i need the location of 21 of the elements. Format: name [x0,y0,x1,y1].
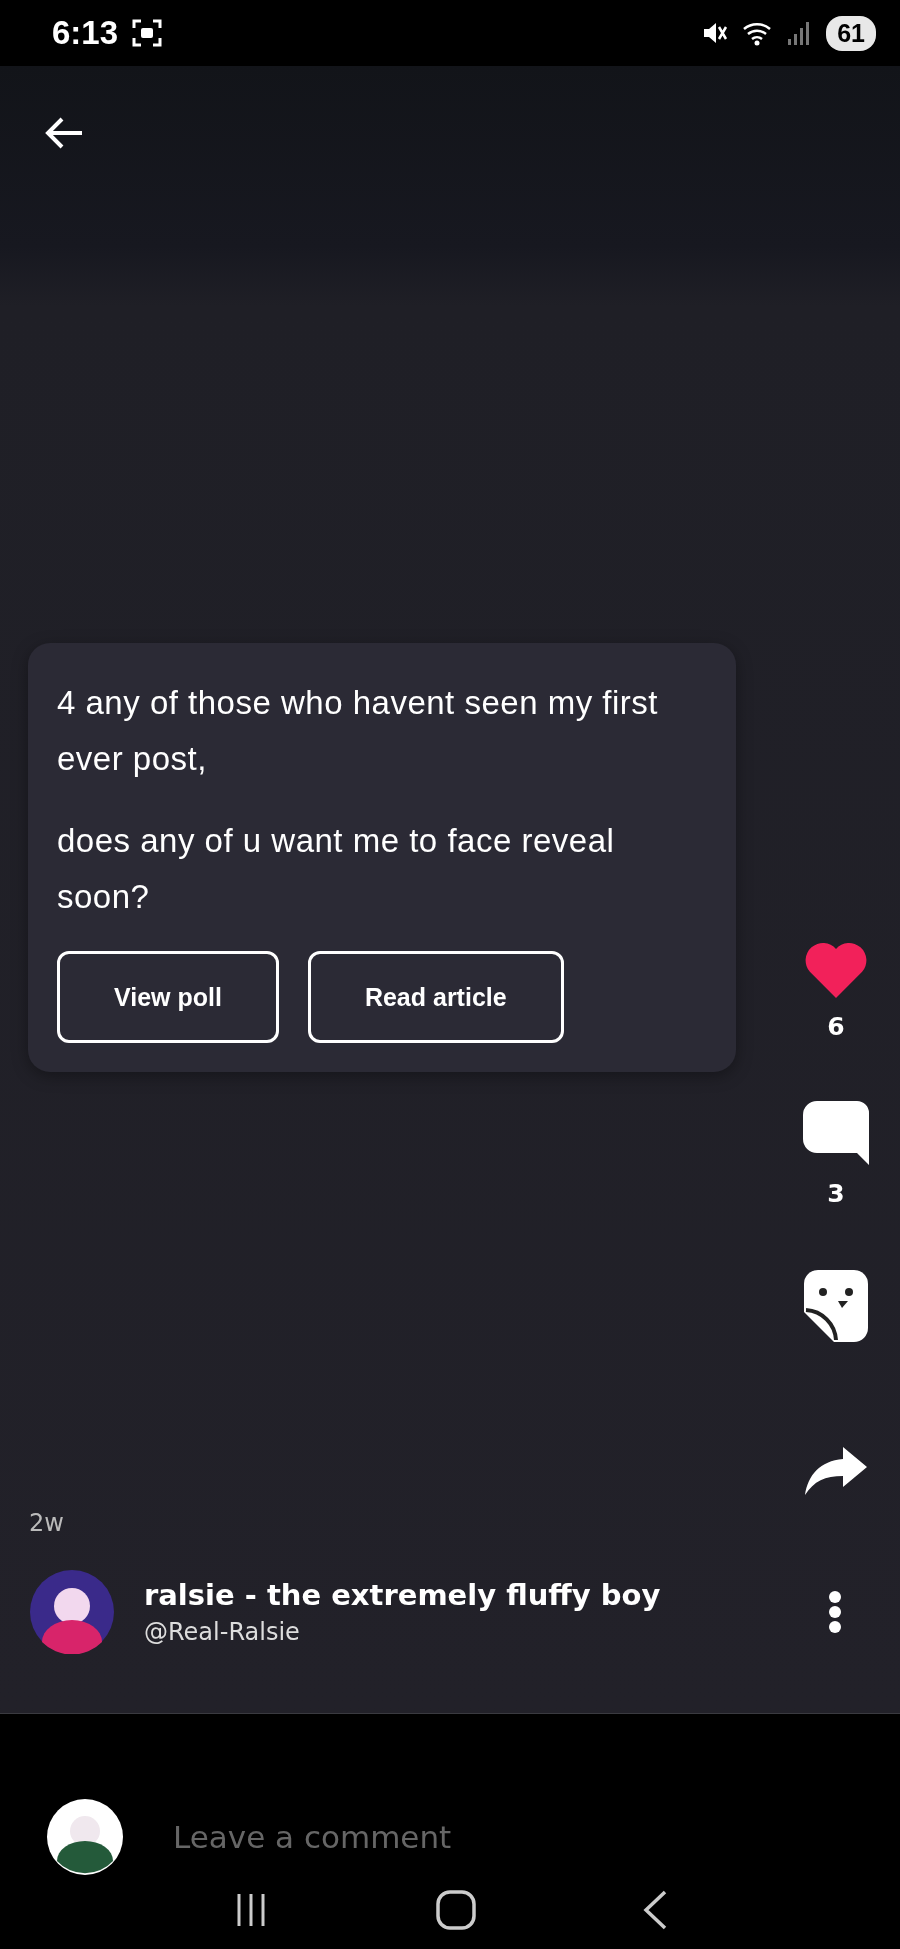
more-options-icon[interactable] [828,1590,842,1634]
status-time: 6:13 [52,14,119,52]
sticker-icon[interactable] [804,1270,868,1342]
share-arrow-icon[interactable] [805,1447,867,1495]
comment-field[interactable]: Leave a comment [171,1818,675,1856]
speech-bubble-icon[interactable] [803,1101,869,1165]
post-text: does any of u want me to face reveal soon? [57,821,616,917]
read-article-button[interactable]: Read article [307,951,564,1043]
mute-icon [702,20,729,46]
author-handle[interactable]: @Real-Ralsie [144,1618,661,1646]
back-arrow-icon[interactable] [44,116,84,150]
like-count: 6 [827,1012,845,1041]
author-avatar[interactable] [30,1570,114,1654]
comment-count: 3 [827,1179,845,1208]
post-text: 4 any of those who havent seen my first ever post, [57,683,659,779]
post-age: 2w [29,1509,65,1537]
battery-level: 61 [826,15,876,51]
heart-icon[interactable] [803,940,869,998]
screenshot-icon [132,19,163,47]
author-name[interactable]: ralsie - the extremely fluffy boy [144,1578,661,1612]
view-poll-button[interactable]: View poll [57,951,279,1043]
